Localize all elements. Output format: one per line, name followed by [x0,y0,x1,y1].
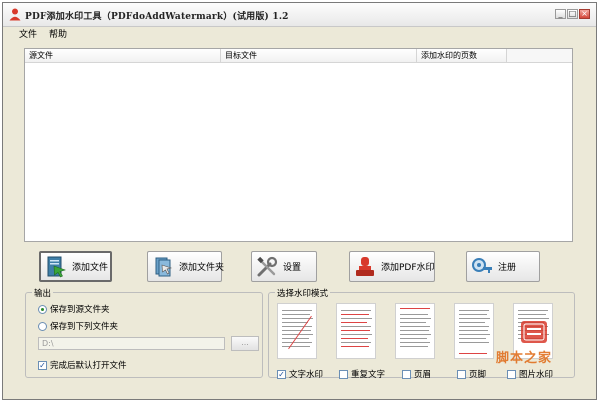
app-user-icon [9,8,21,21]
column-watermark-pages[interactable]: 添加水印的页数 [417,49,507,62]
settings-button[interactable]: 设置 [251,251,317,282]
save-to-folder-radio[interactable] [38,321,47,331]
footer-label: 页脚 [469,370,487,380]
add-file-icon [47,256,66,277]
save-to-source-option[interactable]: 保存到源文件夹 [38,303,110,315]
repeat-text-preview[interactable] [336,303,376,359]
minimize-button[interactable]: _ [555,9,566,19]
text-watermark-option[interactable]: ✓ 文字水印 [277,368,323,380]
site-watermark: 脚本之家 [496,351,553,366]
output-folder-input[interactable]: D:\ [38,337,225,350]
add-folder-button[interactable]: 添加文件夹 [147,251,225,282]
stamp-icon [356,256,374,276]
window-title: PDF添加水印工具（PDFdoAddWatermark）(试用版) 1.2 [25,12,289,22]
save-to-source-label: 保存到源文件夹 [50,305,110,315]
repeat-text-label: 重复文字 [351,370,386,380]
add-folder-icon [155,257,173,276]
footer-checkbox[interactable] [457,369,466,379]
menu-bar: 文件 帮助 [3,27,596,43]
maximize-button[interactable]: □ [567,9,578,19]
text-watermark-label: 文字水印 [289,370,324,380]
register-button[interactable]: 注册 [466,251,540,282]
column-filler [507,49,572,62]
menu-help[interactable]: 帮助 [49,27,67,43]
settings-label: 设置 [283,263,302,273]
seal-stamp-icon [521,321,547,343]
image-watermark-checkbox[interactable] [507,369,516,379]
browse-button[interactable]: ... [231,336,259,351]
save-to-folder-label: 保存到下列文件夹 [50,322,119,332]
file-list-header: 源文件 目标文件 添加水印的页数 [25,49,572,63]
header-option[interactable]: 页眉 [402,368,431,380]
footer-preview[interactable] [454,303,494,359]
header-label: 页眉 [414,370,432,380]
title-bar: PDF添加水印工具（PDFdoAddWatermark）(试用版) 1.2 _ … [3,3,596,27]
repeat-text-checkbox[interactable] [339,369,348,379]
add-pdf-watermark-label: 添加PDF水印 [381,263,435,273]
menu-file[interactable]: 文件 [19,27,37,43]
add-pdf-watermark-button[interactable]: 添加PDF水印 [349,251,435,282]
file-list[interactable]: 源文件 目标文件 添加水印的页数 [24,48,573,242]
text-watermark-preview[interactable] [277,303,317,359]
output-group: 输出 保存到源文件夹 保存到下列文件夹 D:\ ... ✓ 完成后默认打开文件 [25,287,263,378]
window-controls: _ □ × [555,9,590,19]
output-legend: 输出 [32,287,54,299]
image-watermark-option[interactable]: 图片水印 [507,368,553,380]
key-icon [472,257,492,273]
add-folder-label: 添加文件夹 [179,263,225,273]
open-after-option[interactable]: ✓ 完成后默认打开文件 [38,359,127,371]
save-to-folder-option[interactable]: 保存到下列文件夹 [38,320,118,332]
save-to-source-radio[interactable] [38,304,47,314]
footer-option[interactable]: 页脚 [457,368,486,380]
register-label: 注册 [498,263,517,273]
header-preview[interactable] [395,303,435,359]
column-target-file[interactable]: 目标文件 [221,49,417,62]
app-window: PDF添加水印工具（PDFdoAddWatermark）(试用版) 1.2 _ … [2,2,597,400]
text-watermark-checkbox[interactable]: ✓ [277,369,286,379]
open-after-checkbox[interactable]: ✓ [38,360,47,370]
column-source-file[interactable]: 源文件 [25,49,221,62]
header-checkbox[interactable] [402,369,411,379]
add-file-label: 添加文件 [72,263,109,273]
watermark-mode-legend: 选择水印模式 [275,287,331,299]
add-file-button[interactable]: 添加文件 [39,251,112,282]
open-after-label: 完成后默认打开文件 [50,361,127,371]
close-button[interactable]: × [579,9,590,19]
image-watermark-label: 图片水印 [519,370,554,380]
repeat-text-option[interactable]: 重复文字 [339,368,385,380]
tools-icon [257,256,278,276]
